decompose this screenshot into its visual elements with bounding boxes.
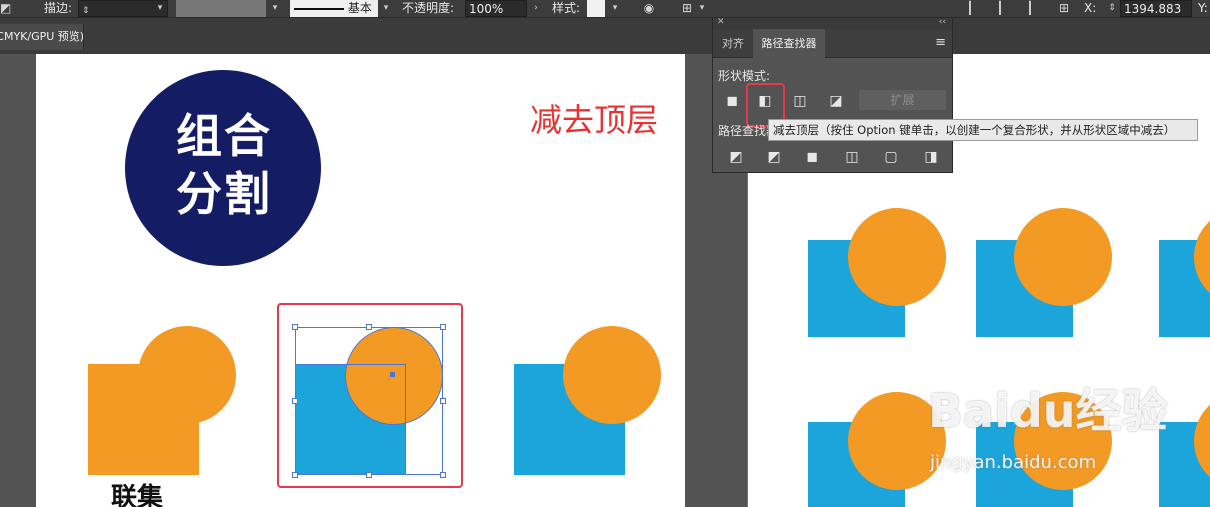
opacity-label: 不透明度: — [402, 1, 455, 15]
document-tab-bar: (CMYK/GPU 预览) — [0, 18, 1210, 54]
chevron-down-icon[interactable]: ▾ — [153, 0, 167, 17]
chevron-down-icon[interactable]: ▾ — [697, 0, 707, 17]
shape-modes-label: 形状模式: — [718, 69, 771, 83]
selection-highlight-box — [277, 303, 463, 488]
chevron-down-icon[interactable]: ▾ — [268, 0, 282, 17]
panel-menu-icon[interactable]: ≡ — [935, 35, 946, 50]
baidu-watermark: Baidu经验 — [928, 384, 1168, 438]
orange-circle[interactable] — [563, 326, 661, 424]
chevron-down-icon[interactable]: ▾ — [608, 0, 622, 17]
chevron-right-icon[interactable]: › — [529, 0, 543, 17]
stroke-color-swatch[interactable]: ◩ — [0, 0, 11, 17]
crop-icon[interactable]: ◫ — [841, 146, 863, 168]
stroke-line-preview — [294, 7, 344, 10]
divide-icon[interactable]: ◩ — [725, 146, 747, 168]
variable-width-profile[interactable] — [176, 0, 266, 17]
graphic-style-swatch[interactable] — [587, 0, 605, 17]
stepper-icon: ⇕ — [82, 6, 90, 16]
y-label: Y: — [1198, 1, 1208, 15]
panel-tab-strip: 对齐 路径查找器 ≡ — [713, 29, 952, 58]
artboard-left: 组合 分割 减去顶层 联集 — [36, 54, 685, 507]
stepper-icon[interactable]: ⇕ — [1106, 0, 1118, 17]
brush-label: 基本 — [347, 1, 372, 15]
brush-definition-dropdown[interactable]: 基本 — [290, 0, 378, 17]
collapse-icon[interactable]: ‹‹ — [939, 17, 946, 27]
style-label: 样式: — [552, 1, 581, 15]
section-title: 减去顶层 — [530, 101, 659, 139]
document-tab[interactable]: (CMYK/GPU 预览) — [0, 24, 84, 50]
tab-align[interactable]: 对齐 — [713, 29, 753, 58]
orange-circle[interactable] — [848, 208, 946, 306]
baidu-watermark-url: jingyan.baidu.com — [930, 452, 1097, 473]
exclude-icon[interactable]: ◪ — [825, 90, 847, 112]
x-label: X: — [1084, 1, 1097, 15]
logo-text-line2: 分割 — [176, 167, 272, 221]
pathfinder-panel: ✕ ‹‹ 对齐 路径查找器 ≡ 形状模式: ◼ ◧ ◫ ◪ 扩展 路径查找器: … — [712, 17, 953, 173]
tooltip: 减去顶层（按住 Option 键单击，以创建一个复合形状，并从形状区域中减去） — [768, 119, 1198, 141]
illustrator-window: ◩ 描边: ⇕ ▾ ▾ 基本 ▾ 不透明度: 100% › 样式: ▾ ◉ ⊞ … — [0, 0, 1210, 507]
unite-circle[interactable] — [138, 326, 236, 424]
orange-circle[interactable] — [1014, 208, 1112, 306]
stroke-label: 描边: — [44, 1, 73, 15]
expand-button[interactable]: 扩展 — [859, 90, 946, 110]
distribute-icon[interactable]: ┃ — [1020, 0, 1040, 17]
control-bar: ◩ 描边: ⇕ ▾ ▾ 基本 ▾ 不透明度: 100% › 样式: ▾ ◉ ⊞ … — [0, 0, 1210, 18]
merge-icon[interactable]: ◼ — [801, 146, 823, 168]
outline-icon[interactable]: ▢ — [880, 146, 902, 168]
close-icon[interactable]: ✕ — [717, 17, 725, 27]
x-coordinate-field[interactable]: 1394.883 — [1120, 0, 1192, 17]
tab-pathfinder[interactable]: 路径查找器 — [753, 29, 825, 58]
opacity-field[interactable]: 100% — [465, 0, 527, 17]
intersect-icon[interactable]: ◫ — [789, 90, 811, 112]
unite-icon[interactable]: ◼ — [721, 90, 743, 112]
trim-icon[interactable]: ◩ — [763, 146, 785, 168]
unite-caption: 联集 — [111, 483, 164, 507]
panel-title-bar: ✕ ‹‹ — [713, 17, 952, 29]
distribute-icon[interactable]: ┃ — [990, 0, 1010, 17]
align-to-selection-icon[interactable]: ⊞ — [678, 0, 696, 17]
minus-back-icon[interactable]: ◨ — [920, 146, 942, 168]
recolor-artwork-icon[interactable]: ◉ — [640, 0, 658, 17]
logo-text-line1: 组合 — [176, 109, 272, 163]
reference-point-icon[interactable]: ⊞ — [1054, 0, 1074, 17]
align-icon[interactable]: ┃ — [960, 0, 980, 17]
document-tab-label: (CMYK/GPU 预览) — [0, 30, 84, 43]
chevron-down-icon[interactable]: ▾ — [379, 0, 393, 17]
